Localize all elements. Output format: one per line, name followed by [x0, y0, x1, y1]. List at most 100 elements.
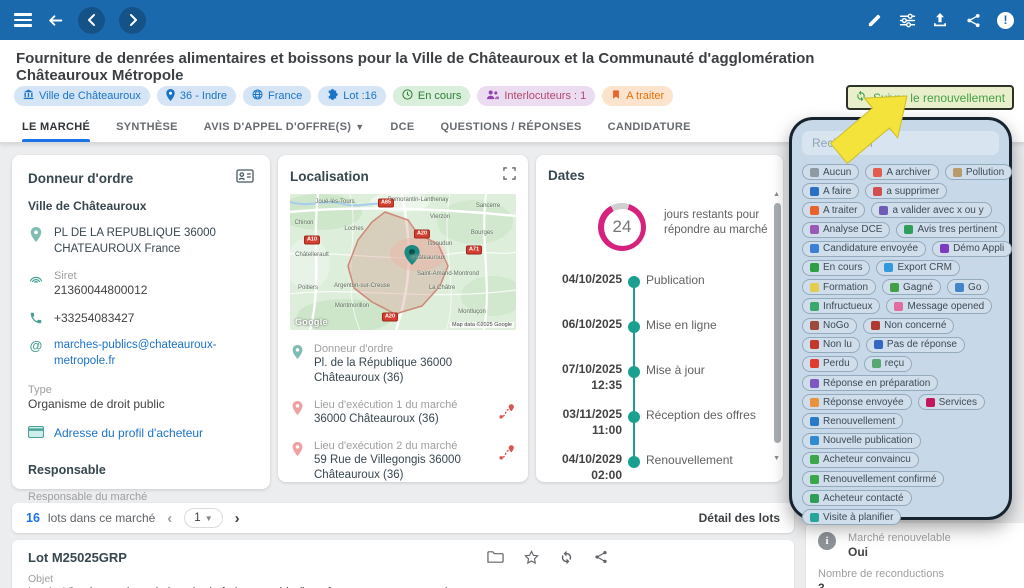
tag-chip[interactable]: a valider avec x ou y — [871, 202, 991, 218]
tag-chip[interactable]: Gagné — [882, 279, 941, 295]
map-city: Châteauroux — [411, 255, 445, 261]
chip-lots[interactable]: Lot :16 — [318, 86, 386, 106]
tag-chip[interactable]: Démo Appli — [932, 241, 1012, 257]
map-copyright: Map data ©2025 Google — [450, 322, 514, 328]
tag-chip[interactable]: Renouvellement — [802, 413, 903, 429]
chip-interlocuteurs[interactable]: Interlocuteurs : 1 — [477, 86, 595, 106]
tag-chip[interactable]: Infructueux — [802, 298, 880, 314]
filter-sliders-icon[interactable] — [898, 11, 916, 29]
tag-chip[interactable]: reçu — [864, 356, 912, 372]
tab-dce[interactable]: DCE — [390, 112, 414, 142]
edit-pen-icon[interactable] — [865, 11, 883, 29]
tab-le-marche[interactable]: LE MARCHÉ — [22, 112, 90, 142]
contact-card-icon[interactable] — [236, 169, 254, 188]
buyer-profile-link[interactable]: Adresse du profil d'acheteur — [54, 425, 203, 441]
menu-icon[interactable] — [14, 13, 32, 26]
timeline-dot — [628, 366, 640, 378]
chevron-down-icon: ▼ — [205, 514, 213, 523]
share-icon[interactable] — [964, 11, 982, 29]
tag-chip[interactable]: Perdu — [802, 356, 858, 372]
lots-count-text: lots dans ce marché — [48, 511, 155, 525]
tag-chip[interactable]: Export CRM — [876, 260, 959, 276]
tag-chip[interactable]: Nouvelle publication — [802, 433, 921, 449]
timeline-dot — [628, 321, 640, 333]
tab-synthese[interactable]: SYNTHÈSE — [116, 112, 178, 142]
tag-chip[interactable]: Renouvellement confirmé — [802, 471, 944, 487]
chip-buyer[interactable]: Ville de Châteauroux — [14, 86, 150, 106]
road-badge: A10 — [304, 236, 320, 245]
tag-chip[interactable]: Acheteur convaincu — [802, 452, 919, 468]
map[interactable]: Joué-lès-ToursRomorantin-LanthenaySancer… — [290, 194, 516, 330]
page-next-chevron[interactable]: › — [231, 510, 244, 527]
chip-status[interactable]: En cours — [393, 86, 470, 106]
refresh-icon[interactable] — [559, 550, 574, 565]
tag-chip[interactable]: Réponse envoyée — [802, 394, 912, 410]
scroll-down-arrow[interactable]: ▼ — [773, 455, 780, 462]
share-icon[interactable] — [594, 550, 608, 565]
info-icon[interactable]: ! — [997, 12, 1014, 29]
tab-candidature[interactable]: CANDIDATURE — [608, 112, 691, 142]
tag-label: reçu — [885, 358, 904, 369]
prev-record-button[interactable] — [78, 7, 105, 34]
next-record-button[interactable] — [119, 7, 146, 34]
tag-row: Renouvellement — [802, 413, 999, 429]
follow-renewal-button[interactable]: Suivre le renouvellement — [846, 85, 1014, 110]
flag-icon — [810, 206, 819, 215]
page-prev-chevron[interactable]: ‹ — [163, 510, 176, 527]
tag-chip[interactable]: Candidature envoyée — [802, 241, 926, 257]
route-icon[interactable] — [498, 399, 516, 425]
star-icon[interactable] — [524, 550, 539, 565]
scroll-up-arrow[interactable]: ▲ — [773, 191, 780, 198]
tag-chip[interactable]: Message opened — [886, 298, 992, 314]
lots-detail-label[interactable]: Détail des lots — [699, 511, 780, 525]
tag-chip[interactable]: NoGo — [802, 318, 857, 334]
tag-chip[interactable]: Formation — [802, 279, 876, 295]
tag-label: Aucun — [823, 167, 851, 178]
mail-icon — [810, 398, 819, 407]
reconductions-label: Nombre de reconductions — [818, 568, 1012, 580]
tag-chip[interactable]: Services — [918, 394, 985, 410]
scrollbar-thumb[interactable] — [774, 203, 781, 443]
tag-row: Nouvelle publication — [802, 433, 999, 449]
chip-country[interactable]: France — [243, 86, 311, 106]
tag-chip[interactable]: En cours — [802, 260, 870, 276]
tools-icon — [810, 455, 819, 464]
tag-chip[interactable]: Visite à planifier — [802, 509, 901, 525]
tag-chip[interactable]: Acheteur contacté — [802, 490, 912, 506]
chip-a-traiter[interactable]: A traiter — [602, 86, 673, 106]
tag-chip[interactable]: Réponse en préparation — [802, 375, 938, 391]
refresh-icon — [855, 90, 867, 105]
tag-chip[interactable]: Pollution — [945, 164, 1012, 180]
tab-questions-reponses[interactable]: QUESTIONS / RÉPONSES — [441, 112, 582, 142]
tag-chip[interactable]: Non lu — [802, 337, 860, 353]
folder-icon[interactable] — [487, 550, 504, 565]
tag-chip[interactable]: A traiter — [802, 202, 865, 218]
tag-chip[interactable]: Aucun — [802, 164, 859, 180]
card-title: Donneur d'ordre — [28, 171, 133, 186]
trash-icon — [871, 321, 880, 330]
tag-chip[interactable]: Analyse DCE — [802, 222, 890, 238]
tag-chip[interactable]: A archiver — [865, 164, 938, 180]
tag-search-input[interactable] — [802, 131, 999, 155]
upload-icon[interactable] — [931, 11, 949, 29]
back-arrow-icon[interactable] — [46, 11, 64, 29]
lot-card: Lot M25025GRP Objet Lot 1 : Viandes et a… — [12, 540, 794, 588]
renewable-value: Oui — [848, 545, 951, 559]
tag-chip[interactable]: Pas de réponse — [866, 337, 965, 353]
tag-chip[interactable]: Go — [947, 279, 989, 295]
page-select[interactable]: 1▼ — [184, 508, 222, 528]
inbox-icon — [872, 359, 881, 368]
tag-chip[interactable]: Non concerné — [863, 318, 954, 334]
tab-avis-appel-offres[interactable]: AVIS D'APPEL D'OFFRE(S)▼ — [204, 112, 365, 142]
info-icon: i — [818, 532, 836, 550]
chart-icon — [810, 225, 819, 234]
chip-department[interactable]: 36 - Indre — [157, 86, 236, 106]
email-link[interactable]: marches-publics@chateauroux-metropole.fr — [54, 338, 254, 369]
tag-chip[interactable]: Avis tres pertinent — [896, 222, 1005, 238]
tag-chip[interactable]: a supprimer — [865, 183, 947, 199]
fullscreen-icon[interactable] — [503, 167, 516, 185]
tag-row: Infructueux Message opened — [802, 298, 999, 314]
book-icon — [810, 283, 819, 292]
tag-chip[interactable]: A faire — [802, 183, 859, 199]
route-icon[interactable] — [498, 440, 516, 466]
